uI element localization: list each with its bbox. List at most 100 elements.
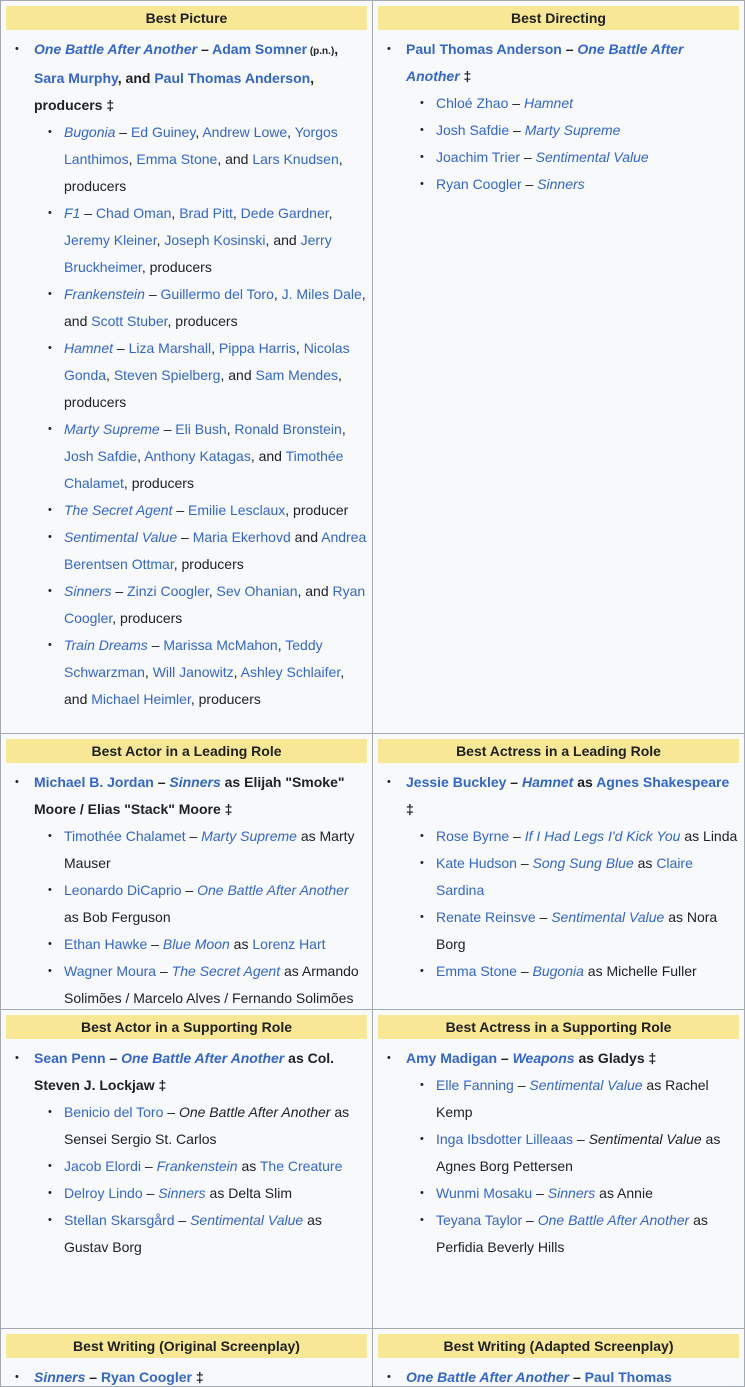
name-link[interactable]: Amy Madigan [406,1050,497,1066]
name-link[interactable]: Michael B. Jordan [34,774,154,790]
name-link[interactable]: Scott Stuber [91,313,167,329]
name-link[interactable]: Ryan Coogler [101,1369,192,1385]
name-link[interactable]: Jeremy Kleiner [64,232,157,248]
film-link[interactable]: One Battle After Another [197,882,349,898]
name-link[interactable]: Brad Pitt [179,205,233,221]
name-link[interactable]: Stellan Skarsgård [64,1212,175,1228]
film-link[interactable]: Train Dreams [64,637,148,653]
name-link[interactable]: Sam Mendes [256,367,338,383]
category-link[interactable]: Best Directing [511,10,606,26]
name-link[interactable]: Ronald Bronstein [234,421,341,437]
film-link[interactable]: One Battle After Another [406,1369,569,1385]
film-link[interactable]: Sentimental Value [64,529,177,545]
film-link[interactable]: Sinners [64,583,111,599]
name-link[interactable]: Wagner Moura [64,963,156,979]
film-link[interactable]: Sentimental Value [536,149,649,165]
name-link[interactable]: Ethan Hawke [64,936,147,952]
film-link[interactable]: Sentimental Value [551,909,664,925]
name-link[interactable]: Paul Thomas Anderson [406,41,562,57]
name-link[interactable]: Michael Heimler [91,691,191,707]
name-link[interactable]: Wunmi Mosaku [436,1185,532,1201]
film-link[interactable]: One Battle After Another [34,41,197,57]
film-link[interactable]: Blue Moon [163,936,230,952]
film-link[interactable]: One Battle After Another [121,1050,284,1066]
film-link[interactable]: Marty Supreme [64,421,160,437]
name-link[interactable]: Steven Spielberg [114,367,221,383]
category-link[interactable]: Best Actor in a Supporting Role [81,1019,292,1035]
name-link[interactable]: Emma Stone [436,963,517,979]
name-link[interactable]: Marissa McMahon [163,637,277,653]
name-link[interactable]: Ryan Coogler [436,176,522,192]
name-link[interactable]: Anthony Katagas [144,448,251,464]
film-link[interactable]: Sentimental Value [190,1212,303,1228]
name-link[interactable]: Maria Ekerhovd [193,529,291,545]
name-link[interactable]: Sev Ohanian [217,583,298,599]
name-link[interactable]: Adam Somner [212,41,307,57]
name-link[interactable]: Zinzi Coogler [127,583,209,599]
film-link[interactable]: The Secret Agent [64,502,172,518]
name-link[interactable]: Paul Thomas Anderson [154,70,310,86]
film-link[interactable]: Hamnet [522,774,573,790]
film-link[interactable]: The Secret Agent [172,963,280,979]
category-link[interactable]: Best Picture [146,10,228,26]
film-link[interactable]: Song Sung Blue [533,855,634,871]
category-link[interactable]: Best Writing (Adapted Screenplay) [443,1338,673,1354]
film-link[interactable]: Marty Supreme [525,122,621,138]
name-link[interactable]: Kate Hudson [436,855,517,871]
film-link[interactable]: F1 [64,205,80,221]
name-link[interactable]: Leonardo DiCaprio [64,882,182,898]
name-link[interactable]: Joseph Kosinski [164,232,265,248]
name-link[interactable]: The Creature [260,1158,342,1174]
name-link[interactable]: Inga Ibsdotter Lilleaas [436,1131,573,1147]
name-link[interactable]: Ed Guiney [131,124,195,140]
name-link[interactable]: Josh Safdie [436,122,509,138]
name-link[interactable]: Josh Safdie [64,448,137,464]
film-link[interactable]: Sentimental Value [529,1077,642,1093]
film-link[interactable]: If I Had Legs I'd Kick You [525,828,681,844]
name-link[interactable]: J. Miles Dale [282,286,362,302]
category-link[interactable]: Best Actress in a Supporting Role [446,1019,672,1035]
name-link[interactable]: Rose Byrne [436,828,509,844]
name-link[interactable]: Pippa Harris [219,340,296,356]
film-link[interactable]: Frankenstein [64,286,145,302]
name-link[interactable]: Sean Penn [34,1050,106,1066]
film-link[interactable]: Sinners [158,1185,205,1201]
film-link[interactable]: Bugonia [64,124,115,140]
name-link[interactable]: Emma Stone [136,151,217,167]
name-link[interactable]: Guillermo del Toro [161,286,274,302]
film-link[interactable]: Sinners [537,176,584,192]
film-link[interactable]: Frankenstein [157,1158,238,1174]
film-link[interactable]: Sinners [34,1369,85,1385]
name-link[interactable]: Eli Bush [175,421,226,437]
film-link[interactable]: Bugonia [533,963,584,979]
name-link[interactable]: Lorenz Hart [252,936,325,952]
name-link[interactable]: Agnes Shakespeare [596,774,729,790]
name-link[interactable]: Andrew Lowe [202,124,287,140]
film-link[interactable]: One Battle After Another [538,1212,690,1228]
name-link[interactable]: Elle Fanning [436,1077,514,1093]
film-link[interactable]: Weapons [513,1050,575,1066]
film-link[interactable]: Sinners [169,774,220,790]
film-link[interactable]: Marty Supreme [201,828,297,844]
name-link[interactable]: Teyana Taylor [436,1212,522,1228]
category-link[interactable]: Best Actress in a Leading Role [456,743,661,759]
category-link[interactable]: Best Actor in a Leading Role [91,743,281,759]
name-link[interactable]: Will Janowitz [153,664,234,680]
name-link[interactable]: Liza Marshall [129,340,211,356]
film-link[interactable]: Sinners [548,1185,595,1201]
name-link[interactable]: Ashley Schlaifer [241,664,341,680]
film-link[interactable]: Hamnet [64,340,113,356]
category-link[interactable]: Best Writing (Original Screenplay) [73,1338,300,1354]
name-link[interactable]: Chloé Zhao [436,95,508,111]
name-link[interactable]: Timothée Chalamet [64,828,186,844]
name-link[interactable]: Renate Reinsve [436,909,536,925]
name-link[interactable]: Delroy Lindo [64,1185,143,1201]
name-link[interactable]: Joachim Trier [436,149,520,165]
name-link[interactable]: Emilie Lesclaux [188,502,285,518]
name-link[interactable]: Jacob Elordi [64,1158,141,1174]
name-link[interactable]: Jessie Buckley [406,774,506,790]
film-link[interactable]: Hamnet [524,95,573,111]
name-link[interactable]: Benicio del Toro [64,1104,163,1120]
name-link[interactable]: Dede Gardner [241,205,329,221]
name-link[interactable]: Sara Murphy [34,70,118,86]
